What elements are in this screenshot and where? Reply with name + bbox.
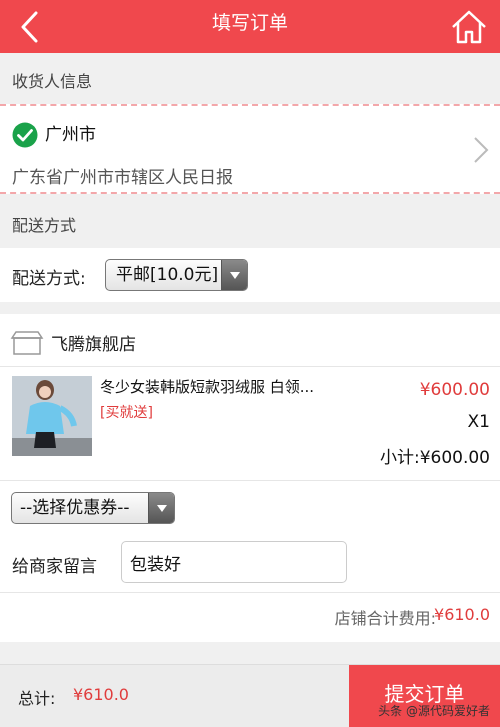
chevron-right-icon: [474, 137, 489, 163]
store-name[interactable]: 飞腾旗舰店: [51, 330, 136, 355]
message-input[interactable]: [121, 541, 347, 583]
dropdown-arrow-icon: [221, 260, 247, 290]
product-subtotal: 小计:¥600.00: [379, 448, 490, 468]
store-icon: [10, 331, 44, 355]
receiver-address: 广东省广州市市辖区人民日报: [12, 168, 233, 188]
divider: [0, 592, 500, 593]
divider: [0, 366, 500, 367]
product-price: ¥600.00: [419, 380, 490, 400]
app-header: 填写订单: [0, 0, 500, 53]
bottom-bar: 总计: ¥610.0 提交订单 头条 @源代码爱好者: [0, 664, 500, 727]
receiver-city: 广州市: [45, 125, 96, 145]
delivery-select[interactable]: 平邮[10.0元]: [105, 259, 248, 291]
delivery-row: 配送方式: 平邮[10.0元]: [0, 248, 500, 302]
delivery-section-label: 配送方式: [12, 216, 77, 235]
delivery-label: 配送方式:: [12, 269, 86, 289]
divider: [0, 480, 500, 481]
page-title: 填写订单: [211, 12, 288, 34]
home-icon[interactable]: [450, 8, 488, 46]
delivery-select-value: 平邮[10.0元]: [116, 265, 219, 285]
product-image[interactable]: [12, 376, 92, 456]
product-quantity: X1: [467, 412, 490, 432]
product-name[interactable]: 冬少女装韩版短款羽绒服 白领...: [100, 376, 330, 397]
check-circle-icon: [12, 122, 38, 148]
message-label: 给商家留言: [12, 557, 97, 577]
receiver-section-label: 收货人信息: [12, 72, 93, 91]
watermark: 头条 @源代码爱好者: [378, 704, 490, 718]
shop-total-label: 店铺合计费用:: [334, 609, 436, 628]
shop-card: 飞腾旗舰店 冬少女装韩版短款羽绒服 白领... [买就送] ¥600.00 X1…: [0, 314, 500, 642]
coupon-select-value: --选择优惠券--: [20, 498, 130, 518]
coupon-select[interactable]: --选择优惠券--: [11, 492, 175, 524]
grand-total-value: ¥610.0: [73, 685, 129, 704]
promo-tag: [买就送]: [100, 405, 153, 421]
shop-total-value: ¥610.0: [434, 605, 490, 624]
grand-total-label: 总计:: [18, 689, 56, 708]
dropdown-arrow-icon: [148, 493, 174, 523]
address-card[interactable]: 广州市 广东省广州市市辖区人民日报: [0, 104, 500, 194]
